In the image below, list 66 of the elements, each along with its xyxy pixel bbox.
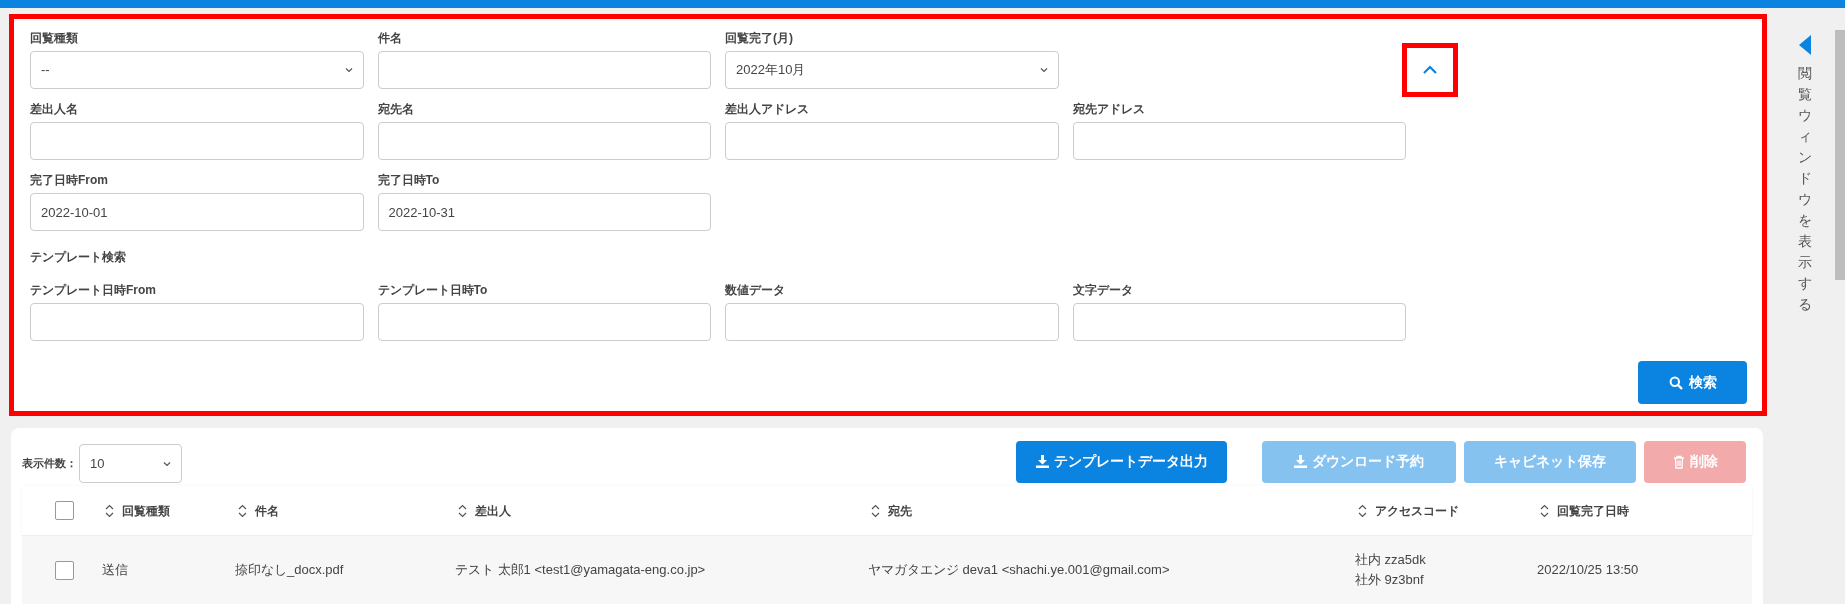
column-header[interactable]: 回覧種類 (122, 501, 170, 520)
download-icon (1294, 455, 1307, 468)
field-label: 完了日時To (377, 172, 441, 188)
field-label: テンプレート日時To (377, 282, 489, 298)
field-label: 数値データ (725, 282, 786, 298)
scrollbar[interactable] (1835, 30, 1845, 280)
field-label: テンプレート日時From (30, 282, 157, 298)
sort-icon[interactable] (1358, 503, 1367, 518)
section-heading: テンプレート検索 (30, 249, 127, 265)
checkbox[interactable] (55, 501, 74, 520)
field-label: 完了日時From (30, 172, 109, 188)
download-icon (1035, 455, 1049, 468)
input-field[interactable] (377, 303, 711, 341)
select-field[interactable]: -- (30, 51, 364, 89)
input-field[interactable] (725, 303, 1059, 341)
chevron-down-icon (163, 460, 171, 467)
input-field[interactable] (1072, 303, 1406, 341)
input-field[interactable]: 2022-10-31 (377, 193, 711, 231)
sort-icon[interactable] (1540, 503, 1549, 518)
page-size-select[interactable]: 10 (79, 444, 182, 483)
field-label: 件名 (377, 30, 403, 46)
input-field[interactable] (725, 122, 1059, 160)
triangle-left-icon (1799, 35, 1811, 55)
action-button[interactable]: テンプレートデータ出力 (1016, 440, 1227, 483)
column-header[interactable]: 回覧完了日時 (1557, 501, 1629, 520)
sort-icon[interactable] (238, 503, 247, 518)
table-cell-text: ヤマガタエンジ deva1 <shachi.ye.001@gmail.com> (868, 561, 1171, 580)
select-field[interactable]: 2022年10月 (725, 51, 1059, 89)
search-button[interactable]: 検索 (1638, 361, 1747, 404)
input-field[interactable] (30, 122, 364, 160)
table-cell-text: 送信 (102, 561, 129, 580)
page-size-label: 表示件数： (22, 456, 77, 472)
checkbox[interactable] (55, 560, 74, 580)
table-row[interactable]: 送信 捺印なし_docx.pdf テスト 太郎1 <test1@yamagata-eng.co.jp> ヤマガタエンジ deva1 <shachi.ye.001@gmail.com> 社内 zza5dk 社外 9z3bnf 2022/10/25 13:50 (22, 536, 1752, 604)
side-panel-toggle[interactable]: 閲覧ウィンドウを表示する (1775, 8, 1835, 604)
side-panel-label: 閲覧ウィンドウを表示する (1798, 64, 1812, 314)
input-field[interactable] (1072, 122, 1406, 160)
column-header[interactable]: アクセスコード (1375, 501, 1459, 520)
input-field[interactable] (30, 303, 364, 341)
sort-icon[interactable] (871, 503, 880, 518)
table-cell-text: 社外 9z3bnf (1355, 571, 1425, 589)
field-label: 差出人アドレス (725, 101, 810, 117)
field-label: 回覧完了(月) (725, 30, 794, 46)
chevron-down-icon (344, 67, 353, 73)
input-field[interactable] (377, 122, 711, 160)
column-header[interactable]: 宛先 (888, 501, 912, 520)
table-cell-text: 2022/10/25 13:50 (1537, 561, 1640, 580)
field-label: 宛先名 (377, 101, 415, 117)
sort-icon[interactable] (105, 503, 114, 518)
column-header[interactable]: 件名 (255, 501, 279, 520)
table-cell-text: テスト 太郎1 <test1@yamagata-eng.co.jp> (455, 561, 707, 580)
field-label: 宛先アドレス (1072, 101, 1146, 117)
field-label: 文字データ (1072, 282, 1134, 298)
trash-icon (1672, 454, 1685, 469)
field-label: 差出人名 (30, 101, 79, 117)
collapse-button[interactable] (1402, 43, 1458, 97)
field-label: 回覧種類 (30, 30, 79, 46)
chevron-down-icon (1039, 67, 1048, 73)
column-header[interactable]: 差出人 (475, 501, 511, 520)
chevron-up-icon (1422, 65, 1438, 75)
search-icon (1668, 375, 1683, 390)
sort-icon[interactable] (458, 503, 467, 518)
input-field[interactable] (377, 51, 711, 89)
table-cell-text: 捺印なし_docx.pdf (235, 561, 345, 580)
input-field[interactable]: 2022-10-01 (30, 193, 364, 231)
table-cell-text: 社内 zza5dk (1355, 551, 1427, 569)
